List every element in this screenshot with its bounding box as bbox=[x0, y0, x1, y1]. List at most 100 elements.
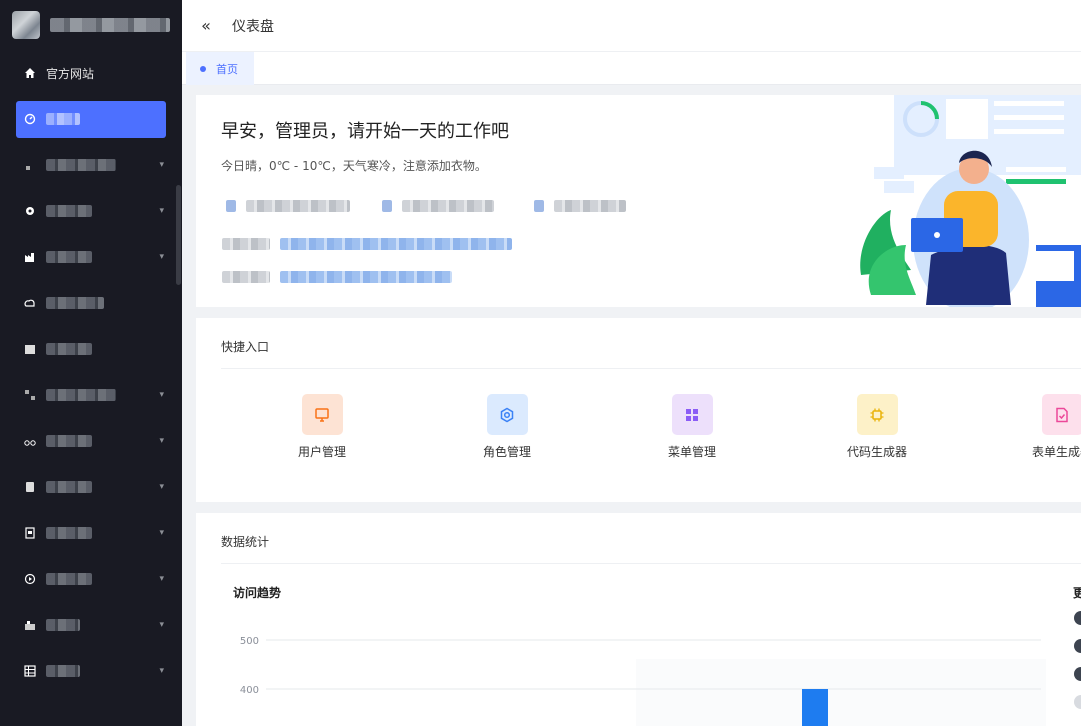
tab-label: 首页 bbox=[216, 62, 238, 76]
chevron-down-icon: ▾ bbox=[159, 206, 164, 216]
quick-entry-card: 快捷入口 用户管理 角色管理 菜单管理 代码生成器 表单生成器 bbox=[196, 318, 1081, 502]
greeting-title: 早安，管理员，请开始一天的工作吧 bbox=[221, 121, 509, 142]
chevron-down-icon: ▾ bbox=[159, 482, 164, 492]
sidebar-item-label-blurred bbox=[46, 481, 92, 493]
chevron-down-icon: ▾ bbox=[159, 160, 164, 170]
sidebar-item-shop[interactable]: ▾ bbox=[0, 602, 182, 648]
stats-card: 数据统计 访问趋势 更 500 400 bbox=[196, 513, 1081, 726]
form-icon bbox=[1041, 394, 1081, 435]
sidebar-item-box[interactable] bbox=[0, 326, 182, 372]
quick-item-code-generator[interactable]: 代码生成器 bbox=[837, 394, 917, 460]
sidebar-item-label-blurred bbox=[46, 389, 116, 401]
link-row-blurred bbox=[222, 271, 452, 283]
sidebar-item-bike[interactable]: ▾ bbox=[0, 418, 182, 464]
sidebar-item-label-blurred bbox=[46, 435, 92, 447]
shop-icon bbox=[25, 621, 35, 630]
home-icon bbox=[25, 68, 35, 78]
sidebar-item-label-blurred bbox=[46, 665, 80, 677]
sidebar-item-label-blurred bbox=[46, 343, 92, 355]
sidebar-item-file[interactable]: ▾ bbox=[0, 510, 182, 556]
tab-bar: 首页 bbox=[182, 52, 1081, 85]
settings-icon bbox=[486, 394, 528, 435]
chevron-down-icon: ▾ bbox=[159, 620, 164, 630]
list-item-marker bbox=[1074, 695, 1081, 709]
chevron-down-icon: ▾ bbox=[159, 436, 164, 446]
quick-item-label: 表单生成器 bbox=[1031, 445, 1081, 459]
topbar: « 仪表盘 bbox=[182, 0, 1081, 52]
sidebar-item-label-blurred bbox=[46, 619, 80, 631]
double-chevron-left-icon[interactable]: « bbox=[186, 16, 226, 35]
logo-title-blurred bbox=[50, 18, 170, 32]
y-tick-label: 400 bbox=[240, 685, 259, 696]
info-icon bbox=[226, 200, 236, 212]
link-blurred[interactable] bbox=[280, 271, 452, 283]
chevron-down-icon: ▾ bbox=[159, 666, 164, 676]
sidebar-item-factory[interactable]: ▾ bbox=[0, 234, 182, 280]
sidebar-item-label-blurred bbox=[46, 251, 92, 263]
link-label-blurred bbox=[222, 238, 270, 250]
quick-item-label: 代码生成器 bbox=[846, 445, 907, 459]
sidebar-item-label: 官方网站 bbox=[46, 66, 95, 81]
sidebar-item-settings[interactable]: ▾ bbox=[0, 188, 182, 234]
table-icon bbox=[24, 665, 36, 677]
quick-item-label: 用户管理 bbox=[297, 445, 346, 459]
quick-item-label: 菜单管理 bbox=[667, 445, 716, 459]
sidebar-item-label-blurred bbox=[46, 527, 92, 539]
quick-item-role-management[interactable]: 角色管理 bbox=[467, 394, 547, 460]
list-item-marker bbox=[1074, 639, 1081, 653]
tab-active-dot bbox=[200, 65, 206, 72]
chevron-down-icon: ▾ bbox=[159, 528, 164, 538]
user-icon bbox=[26, 166, 30, 170]
sidebar: 官方网站 ▾ ▾ ▾ ▾ ▾ ▾ ▾ ▾ ▾ ▾ bbox=[0, 0, 182, 726]
greeting-card: 早安，管理员，请开始一天的工作吧 今日晴，0℃ - 10℃，天气寒冷，注意添加衣… bbox=[196, 95, 1081, 307]
sidebar-item-cloud[interactable] bbox=[0, 280, 182, 326]
divider bbox=[221, 368, 1081, 369]
quick-item-form-generator[interactable]: 表单生成器 bbox=[1022, 394, 1081, 460]
chevron-down-icon: ▾ bbox=[159, 390, 164, 400]
page-title: 仪表盘 bbox=[232, 18, 274, 35]
sidebar-item-label-blurred bbox=[46, 297, 104, 309]
link-blurred[interactable] bbox=[280, 238, 512, 250]
quick-item-user-management[interactable]: 用户管理 bbox=[282, 394, 362, 460]
dashboard-icon bbox=[24, 113, 36, 125]
document-icon bbox=[26, 482, 34, 492]
chip-icon bbox=[856, 394, 898, 435]
list-item-marker bbox=[1074, 667, 1081, 681]
workspace-illustration bbox=[860, 95, 1081, 307]
info-icon bbox=[534, 200, 544, 212]
stats-title: 数据统计 bbox=[221, 535, 270, 549]
chevron-down-icon: ▾ bbox=[159, 574, 164, 584]
info-icon bbox=[382, 200, 392, 212]
quick-item-label: 角色管理 bbox=[482, 445, 531, 459]
tab-home[interactable]: 首页 bbox=[186, 52, 254, 85]
info-text-blurred bbox=[246, 200, 350, 212]
greeting-subtitle: 今日晴，0℃ - 10℃，天气寒冷，注意添加衣物。 bbox=[221, 159, 487, 173]
visit-trend-chart: 500 400 bbox=[240, 636, 1046, 726]
quick-item-menu-management[interactable]: 菜单管理 bbox=[652, 394, 732, 460]
sidebar-item-document[interactable]: ▾ bbox=[0, 464, 182, 510]
record-icon bbox=[24, 573, 36, 585]
sidebar-item-record[interactable]: ▾ bbox=[0, 556, 182, 602]
grid-icon bbox=[671, 394, 713, 435]
chart-title: 访问趋势 bbox=[233, 586, 282, 600]
file-icon bbox=[25, 527, 35, 539]
bike-icon bbox=[24, 440, 36, 446]
quick-entry-title: 快捷入口 bbox=[221, 340, 270, 354]
sidebar-scrollbar[interactable] bbox=[176, 185, 181, 285]
sidebar-item-official-site[interactable]: 官方网站 bbox=[0, 50, 182, 96]
sidebar-item-label-blurred bbox=[46, 573, 92, 585]
sidebar-item-grid[interactable]: ▾ bbox=[0, 372, 182, 418]
sidebar-item-user[interactable]: ▾ bbox=[0, 142, 182, 188]
sidebar-item-label-blurred bbox=[46, 159, 116, 171]
bar[interactable] bbox=[802, 689, 828, 726]
sidebar-menu: 官方网站 ▾ ▾ ▾ ▾ ▾ ▾ ▾ ▾ ▾ ▾ bbox=[0, 50, 182, 694]
logo[interactable] bbox=[0, 0, 182, 50]
info-text-blurred bbox=[554, 200, 626, 212]
info-text-blurred bbox=[402, 200, 494, 212]
sidebar-item-table[interactable]: ▾ bbox=[0, 648, 182, 694]
y-tick-label: 500 bbox=[240, 636, 259, 647]
info-row-blurred bbox=[226, 200, 626, 212]
chart-hover-band bbox=[636, 659, 1046, 726]
cloud-icon bbox=[24, 299, 35, 307]
sidebar-item-dashboard[interactable] bbox=[0, 96, 182, 142]
